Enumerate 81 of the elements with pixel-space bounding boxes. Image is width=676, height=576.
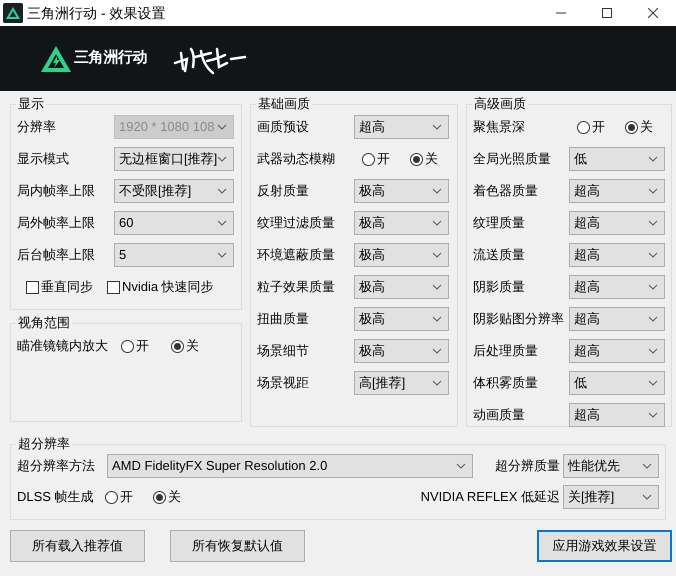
- dropdown[interactable]: 超高: [569, 403, 665, 427]
- setting-label: 扭曲质量: [257, 310, 310, 328]
- setting-label: 后台帧率上限: [17, 246, 96, 264]
- radio-circle-icon[interactable]: [410, 152, 423, 166]
- setting-label: 全局光照质量: [473, 150, 552, 168]
- checkbox[interactable]: Nvidia 快速同步: [107, 277, 214, 297]
- dropdown[interactable]: 超高: [569, 179, 665, 203]
- setting-label: 反射质量: [257, 182, 310, 200]
- dropdown[interactable]: 超高: [569, 211, 665, 235]
- dropdown[interactable]: 超高: [569, 307, 665, 331]
- setting-label: NVIDIA REFLEX 低延迟: [420, 488, 560, 506]
- group-title: 高级画质: [473, 97, 527, 111]
- setting-label: 超分辨率方法: [17, 457, 96, 476]
- radio-button[interactable]: 开: [121, 336, 149, 356]
- dropdown[interactable]: 60: [114, 211, 234, 235]
- dropdown[interactable]: 低: [569, 371, 665, 395]
- action-button[interactable]: 所有恢复默认值: [170, 530, 305, 562]
- radio-button[interactable]: 开: [362, 149, 390, 169]
- dropdown[interactable]: 不受限[推荐]: [114, 179, 234, 203]
- dropdown[interactable]: 超高: [354, 115, 449, 139]
- setting-label: 环境遮蔽质量: [257, 246, 336, 264]
- dropdown[interactable]: 无边框窗口[推荐]: [114, 147, 234, 171]
- maximize-icon: [602, 8, 612, 18]
- radio-button[interactable]: 开: [577, 117, 605, 137]
- radio-circle-icon[interactable]: [625, 120, 638, 134]
- radio-button[interactable]: 关: [171, 336, 199, 356]
- setting-label: 场景细节: [257, 342, 310, 360]
- logo-icon: [40, 44, 72, 74]
- group-title: 视角范围: [17, 316, 71, 330]
- setting-label: 聚焦景深: [473, 118, 526, 136]
- setting-label: 武器动态模糊: [257, 150, 336, 168]
- dropdown[interactable]: 极高: [354, 339, 449, 363]
- dropdown[interactable]: 极高: [354, 275, 449, 299]
- group-title: 基础画质: [257, 97, 311, 111]
- setting-label: 局内帧率上限: [17, 182, 96, 200]
- setting-label: 着色器质量: [473, 182, 539, 200]
- dropdown[interactable]: 极高: [354, 211, 449, 235]
- setting-label: 体积雾质量: [473, 374, 539, 392]
- setting-label: 粒子效果质量: [257, 278, 336, 296]
- radio-circle-icon[interactable]: [153, 490, 166, 504]
- setting-label: 超分辨质量: [495, 457, 560, 476]
- setting-label: 分辨率: [17, 118, 57, 136]
- group-title: 显示: [17, 97, 45, 111]
- dropdown[interactable]: 超高: [569, 243, 665, 267]
- radio-button[interactable]: 关: [625, 117, 653, 137]
- dropdown[interactable]: 关[推荐]: [563, 485, 659, 509]
- setting-label: 动画质量: [473, 406, 526, 424]
- setting-label: 画质预设: [257, 118, 310, 136]
- group-title: 超分辨率: [17, 437, 71, 451]
- dropdown[interactable]: 超高: [569, 275, 665, 299]
- dropdown[interactable]: 低: [569, 147, 665, 171]
- checkbox[interactable]: 垂直同步: [26, 277, 93, 297]
- setting-label: 后处理质量: [473, 342, 539, 360]
- dropdown[interactable]: AMD FidelityFX Super Resolution 2.0: [107, 454, 473, 478]
- setting-label: 纹理过滤质量: [257, 214, 336, 232]
- action-button[interactable]: 所有载入推荐值: [10, 530, 145, 562]
- setting-label: 纹理质量: [473, 214, 526, 232]
- setting-label: 局外帧率上限: [17, 214, 96, 232]
- dropdown[interactable]: 极高: [354, 307, 449, 331]
- radio-button[interactable]: 开: [105, 487, 133, 507]
- setting-label: 阴影贴图分辨率: [473, 310, 565, 328]
- radio-button[interactable]: 关: [410, 149, 438, 169]
- dropdown[interactable]: 高[推荐]: [354, 371, 449, 395]
- setting-label: 场景视距: [257, 374, 310, 392]
- window-title: 三角洲行动 - 效果设置: [27, 4, 166, 22]
- setting-label: 瞄准镜镜内放大: [17, 337, 109, 356]
- dropdown[interactable]: 极高: [354, 179, 449, 203]
- app-icon: [3, 3, 23, 23]
- setting-label: 阴影质量: [473, 278, 526, 296]
- dropdown[interactable]: 极高: [354, 243, 449, 267]
- dropdown[interactable]: 超高: [569, 339, 665, 363]
- radio-button[interactable]: 关: [153, 487, 181, 507]
- dropdown[interactable]: 性能优先: [563, 454, 659, 478]
- logo-text: 三角洲行动: [74, 48, 148, 68]
- setting-label: DLSS 帧生成: [17, 488, 95, 506]
- setting-label: 流送质量: [473, 246, 526, 264]
- close-icon: [648, 8, 658, 18]
- radio-circle-icon[interactable]: [171, 340, 184, 352]
- action-button[interactable]: 应用游戏效果设置: [537, 530, 672, 562]
- setting-label: 显示模式: [17, 150, 70, 168]
- dropdown[interactable]: 5: [114, 243, 234, 267]
